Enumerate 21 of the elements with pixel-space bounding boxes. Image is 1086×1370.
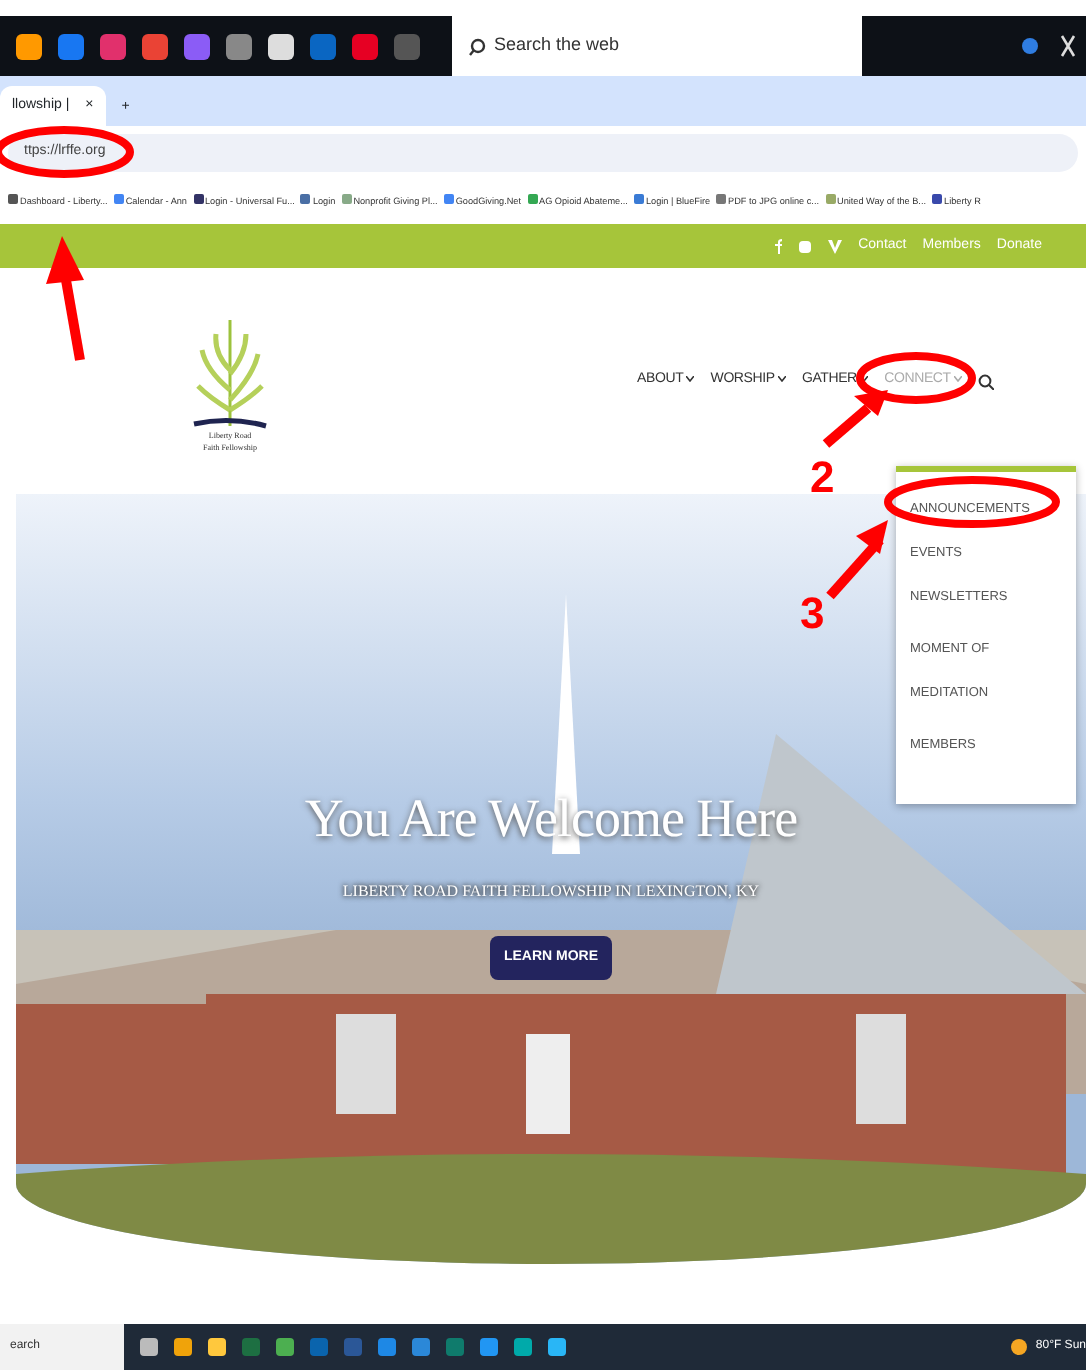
search-icon[interactable] bbox=[978, 373, 994, 389]
search-field[interactable]: Search the web bbox=[452, 16, 862, 76]
app-icon[interactable] bbox=[268, 33, 294, 59]
annotation-number: 2 bbox=[810, 456, 835, 500]
caret-icon bbox=[860, 375, 869, 382]
annotation-arrow bbox=[822, 390, 888, 448]
annotation-number: 3 bbox=[800, 592, 825, 636]
profile-icon[interactable] bbox=[1018, 34, 1042, 58]
caret-icon bbox=[777, 375, 786, 382]
facebook-icon[interactable] bbox=[772, 238, 783, 254]
hero-subtitle: LIBERTY ROAD FAITH FELLOWSHIP IN LEXINGTON, KY bbox=[342, 879, 760, 903]
caret-icon bbox=[954, 375, 962, 382]
annotation-arrow bbox=[826, 520, 888, 600]
vimeo-icon[interactable] bbox=[828, 239, 843, 253]
annotation-arrow bbox=[46, 236, 85, 361]
annotation-ellipse bbox=[856, 352, 976, 404]
search-placeholder: Search the web bbox=[494, 32, 620, 59]
weather-icon bbox=[1009, 1338, 1028, 1356]
app-icon[interactable] bbox=[16, 33, 42, 59]
caret-icon bbox=[686, 375, 695, 382]
search-icon bbox=[468, 37, 486, 55]
